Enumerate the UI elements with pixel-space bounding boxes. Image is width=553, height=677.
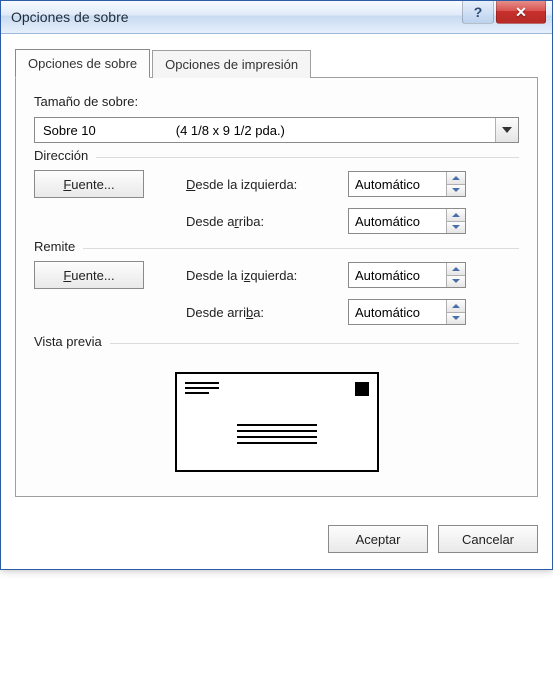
return-from-top-buttons xyxy=(446,300,465,324)
envelope-preview xyxy=(175,372,379,472)
spin-down[interactable] xyxy=(447,184,465,197)
preview-group: Vista previa xyxy=(34,343,519,478)
tab-print-label: Opciones de impresión xyxy=(165,57,298,72)
envelope-size-dim: (4 1/8 x 9 1/2 pda.) xyxy=(176,123,285,138)
chevron-down-icon xyxy=(452,279,460,283)
tabpanel-envelope: Tamaño de sobre: Sobre 10 (4 1/8 x 9 1/2… xyxy=(15,77,538,497)
window-controls: ? ✕ xyxy=(460,1,546,24)
return-from-left-spinner[interactable]: Automático xyxy=(348,262,466,288)
return-from-left-buttons xyxy=(446,263,465,287)
return-font-cell: Fuente... xyxy=(34,261,174,289)
chevron-up-icon xyxy=(452,213,460,217)
address-legend: Dirección xyxy=(34,148,96,163)
return-from-top-spinner[interactable]: Automático xyxy=(348,299,466,325)
cancel-button[interactable]: Cancelar xyxy=(438,525,538,553)
address-from-left-buttons xyxy=(446,172,465,196)
help-button[interactable]: ? xyxy=(462,1,494,24)
chevron-up-icon xyxy=(452,267,460,271)
combo-arrow[interactable] xyxy=(495,118,518,142)
help-icon: ? xyxy=(474,4,483,20)
spin-down[interactable] xyxy=(447,221,465,234)
spin-down[interactable] xyxy=(447,312,465,325)
size-label-row: Tamaño de sobre: xyxy=(34,94,519,109)
spin-down[interactable] xyxy=(447,275,465,288)
ok-button[interactable]: Aceptar xyxy=(328,525,428,553)
address-group: Dirección Fuente... Desde la izquierda: … xyxy=(34,157,519,234)
address-from-left-value: Automático xyxy=(349,172,446,196)
return-from-top-label: Desde arriba: xyxy=(186,305,336,320)
envelope-stamp-icon xyxy=(355,382,369,396)
spin-up[interactable] xyxy=(447,263,465,275)
return-from-left-value: Automático xyxy=(349,263,446,287)
client-area: Opciones de sobre Opciones de impresión … xyxy=(1,34,552,511)
envelope-options-dialog: Opciones de sobre ? ✕ Opciones de sobre … xyxy=(0,0,553,570)
dialog-buttons: Aceptar Cancelar xyxy=(1,511,552,569)
close-button[interactable]: ✕ xyxy=(496,1,546,24)
envelope-return-lines xyxy=(185,382,219,397)
window-title: Opciones de sobre xyxy=(11,9,129,25)
return-font-button[interactable]: Fuente... xyxy=(34,261,144,289)
chevron-up-icon xyxy=(452,304,460,308)
address-from-top-label: Desde arriba: xyxy=(186,214,336,229)
chevron-down-icon xyxy=(452,316,460,320)
envelope-size-combo[interactable]: Sobre 10 (4 1/8 x 9 1/2 pda.) xyxy=(34,117,519,143)
address-from-top-value: Automático xyxy=(349,209,446,233)
chevron-up-icon xyxy=(452,176,460,180)
preview-area xyxy=(34,356,519,478)
address-from-top-spinner[interactable]: Automático xyxy=(348,208,466,234)
tab-envelope-label: Opciones de sobre xyxy=(28,56,137,71)
return-from-left-label: Desde la izquierda: xyxy=(186,268,336,283)
address-font-cell: Fuente... xyxy=(34,170,174,198)
envelope-address-lines xyxy=(237,424,317,448)
return-from-top-value: Automático xyxy=(349,300,446,324)
chevron-down-icon xyxy=(452,188,460,192)
ok-button-label: Aceptar xyxy=(356,532,401,547)
spin-up[interactable] xyxy=(447,172,465,184)
close-icon: ✕ xyxy=(515,4,527,21)
address-grid: Fuente... Desde la izquierda: Automático xyxy=(34,170,519,234)
envelope-size-value: Sobre 10 (4 1/8 x 9 1/2 pda.) xyxy=(35,123,495,138)
address-from-left-spinner[interactable]: Automático xyxy=(348,171,466,197)
return-grid: Fuente... Desde la izquierda: Automático xyxy=(34,261,519,325)
spin-up[interactable] xyxy=(447,300,465,312)
tab-envelope-options[interactable]: Opciones de sobre xyxy=(15,49,150,78)
return-group: Remite Fuente... Desde la izquierda: Aut… xyxy=(34,248,519,325)
envelope-size-name: Sobre 10 xyxy=(43,123,96,138)
titlebar: Opciones de sobre ? ✕ xyxy=(1,1,552,34)
address-font-button[interactable]: Fuente... xyxy=(34,170,144,198)
preview-legend: Vista previa xyxy=(34,334,110,349)
chevron-down-icon xyxy=(452,225,460,229)
cancel-button-label: Cancelar xyxy=(462,532,514,547)
chevron-down-icon xyxy=(502,127,512,133)
address-from-top-buttons xyxy=(446,209,465,233)
address-from-left-label: Desde la izquierda: xyxy=(186,177,336,192)
size-label: Tamaño de sobre: xyxy=(34,94,138,109)
return-legend: Remite xyxy=(34,239,83,254)
tabstrip: Opciones de sobre Opciones de impresión xyxy=(15,48,538,77)
tab-print-options[interactable]: Opciones de impresión xyxy=(152,50,311,78)
spin-up[interactable] xyxy=(447,209,465,221)
